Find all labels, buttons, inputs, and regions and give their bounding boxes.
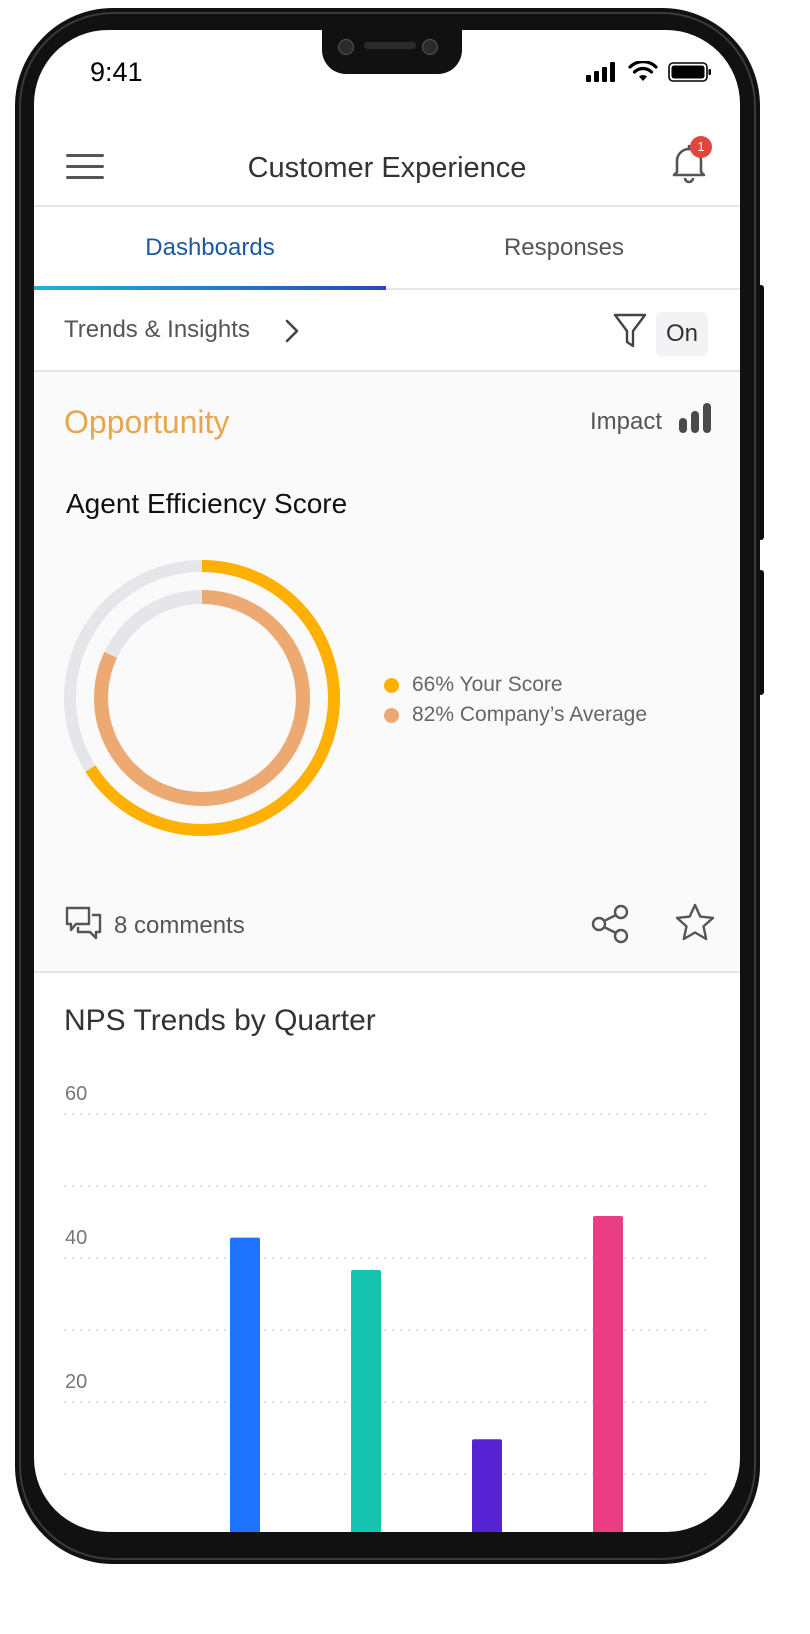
trends-bar: Trends & Insights On	[34, 292, 740, 370]
chart-title: NPS Trends by Quarter	[64, 1004, 376, 1037]
y-tick-label: 20	[65, 1371, 87, 1393]
metric-title: Agent Efficiency Score	[66, 488, 348, 519]
legend-dot-your-score	[384, 678, 399, 693]
status-icons	[586, 61, 712, 83]
legend-company-average: 82% Company’s Average	[384, 700, 647, 730]
page-title: Customer Experience	[247, 152, 527, 184]
chevron-right-icon[interactable]	[284, 318, 300, 344]
signal-icon	[586, 62, 615, 82]
impact-label: Impact	[590, 408, 663, 435]
trends-insights-link[interactable]: Trends & Insights	[64, 316, 250, 344]
tab-responses[interactable]: Responses	[388, 208, 740, 288]
app-screen: 9:41 Customer Experience 1 Dashboards Re…	[34, 30, 740, 1532]
star-icon[interactable]	[674, 902, 716, 944]
notch	[322, 30, 462, 74]
notification-badge: 1	[690, 136, 712, 158]
chart-bar[interactable]	[351, 1270, 381, 1532]
speaker-grille	[364, 42, 416, 49]
y-tick-label: 60	[65, 1083, 87, 1105]
comments-count[interactable]: 8 comments	[114, 912, 245, 940]
chart-bar[interactable]	[593, 1216, 623, 1532]
comments-icon[interactable]	[64, 904, 104, 944]
sensor-lens-icon	[422, 39, 438, 55]
score-legend: 66% Your Score 82% Company’s Average	[384, 670, 647, 730]
status-time: 9:41	[90, 57, 143, 87]
bar-chart-icon	[679, 403, 711, 433]
header-divider	[34, 205, 740, 207]
battery-icon	[668, 62, 711, 82]
chart-bar[interactable]	[230, 1237, 260, 1532]
active-tab-indicator	[34, 286, 386, 290]
share-icon[interactable]	[590, 904, 630, 944]
legend-your-score-label: 66% Your Score	[412, 673, 563, 696]
camera-lens-icon	[338, 39, 354, 55]
filter-icon[interactable]	[612, 312, 648, 350]
legend-your-score: 66% Your Score	[384, 670, 647, 700]
filter-toggle[interactable]: On	[656, 312, 708, 356]
legend-dot-company-average	[384, 708, 399, 723]
legend-company-average-label: 82% Company’s Average	[412, 703, 648, 726]
card-divider	[34, 971, 740, 973]
tab-bar: Dashboards Responses	[34, 208, 740, 288]
tab-dashboards[interactable]: Dashboards	[34, 208, 386, 288]
wifi-icon	[628, 61, 658, 81]
chart-bar[interactable]	[472, 1439, 502, 1532]
card-category: Opportunity	[64, 404, 230, 440]
y-tick-label: 40	[65, 1227, 87, 1249]
nps-bar-chart: 60 40 20	[64, 1083, 710, 1532]
score-donut-chart	[64, 560, 340, 836]
app-header: Customer Experience	[34, 130, 740, 206]
